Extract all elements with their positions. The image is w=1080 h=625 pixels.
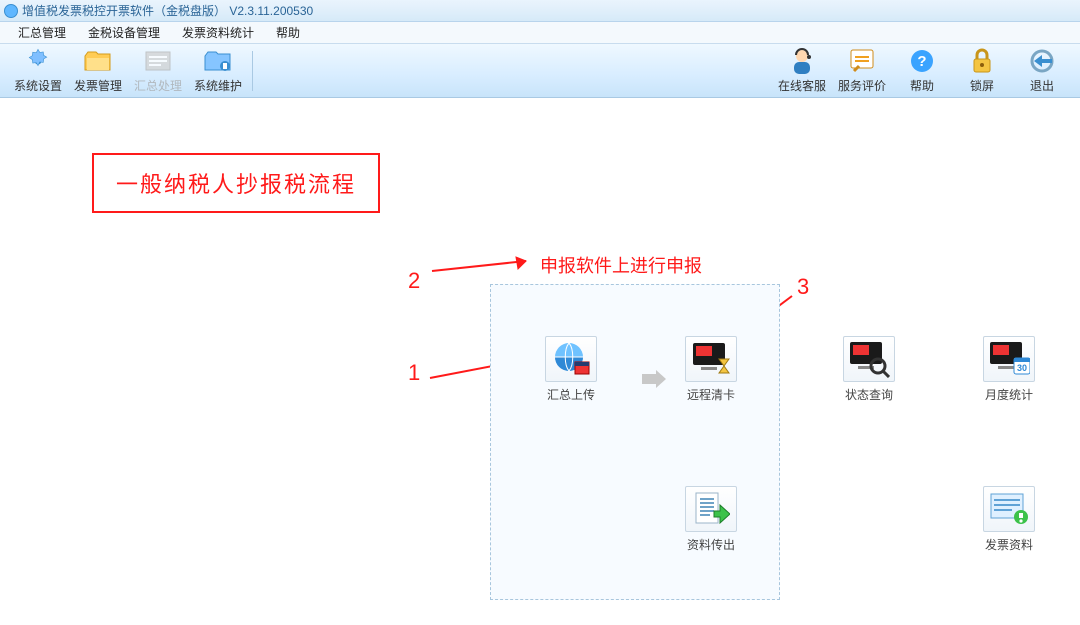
invoice-manage-button[interactable]: 发票管理	[68, 47, 128, 94]
help-icon: ?	[907, 47, 937, 75]
menu-summary[interactable]: 汇总管理	[8, 22, 76, 43]
toolbar-label: 退出	[1012, 77, 1072, 94]
summary-upload-button[interactable]: 汇总上传	[540, 336, 602, 403]
toolbar-label: 发票管理	[68, 77, 128, 94]
content-area: 一般纳税人抄报税流程 1 2 3 申报软件上进行申报 汇总上传 远程清卡	[0, 98, 1080, 625]
menu-device[interactable]: 金税设备管理	[78, 22, 170, 43]
status-query-button[interactable]: 状态查询	[838, 336, 900, 403]
remote-clearcard-button[interactable]: 远程清卡	[680, 336, 742, 403]
icon-label: 发票资料	[978, 536, 1040, 553]
monitor-hourglass-icon	[685, 336, 737, 382]
toolbar-label: 在线客服	[772, 77, 832, 94]
data-export-button[interactable]: 资料传出	[680, 486, 742, 553]
step-number-1: 1	[408, 360, 420, 386]
maint-icon	[203, 47, 233, 75]
flow-title: 一般纳税人抄报税流程	[116, 172, 356, 197]
invoice-data-button[interactable]: 发票资料	[978, 486, 1040, 553]
help-button[interactable]: ? 帮助	[892, 47, 952, 94]
summary-icon	[143, 47, 173, 75]
monitor-search-icon	[843, 336, 895, 382]
svg-text:30: 30	[1017, 363, 1027, 373]
monitor-calendar-icon: 30	[983, 336, 1035, 382]
icon-label: 远程清卡	[680, 386, 742, 403]
settings-icon	[23, 47, 53, 75]
icon-label: 资料传出	[680, 536, 742, 553]
toolbar-left: 系统设置 发票管理 汇总处理 系统维护	[8, 47, 257, 94]
app-icon	[4, 4, 18, 18]
folder-icon	[83, 47, 113, 75]
document-export-icon	[685, 486, 737, 532]
window-title: 增值税发票税控开票软件（金税盘版） V2.3.11.200530	[22, 2, 313, 19]
svg-text:?: ?	[917, 53, 926, 70]
icon-label: 状态查询	[838, 386, 900, 403]
menu-help[interactable]: 帮助	[266, 22, 310, 43]
online-service-button[interactable]: 在线客服	[772, 47, 832, 94]
toolbar-right: 在线客服 服务评价 ? 帮助 锁屏 退出	[772, 47, 1072, 94]
menu-bar: 汇总管理 金税设备管理 发票资料统计 帮助	[0, 22, 1080, 44]
rating-icon	[847, 47, 877, 75]
agent-icon	[787, 47, 817, 75]
lock-icon	[967, 47, 997, 75]
lock-screen-button[interactable]: 锁屏	[952, 47, 1012, 94]
invoice-data-icon	[983, 486, 1035, 532]
icon-label: 月度统计	[978, 386, 1040, 403]
arrow-step2	[430, 253, 538, 277]
toolbar-label: 汇总处理	[128, 77, 188, 94]
globe-upload-icon	[545, 336, 597, 382]
title-bar: 增值税发票税控开票软件（金税盘版） V2.3.11.200530	[0, 0, 1080, 22]
toolbar-label: 服务评价	[832, 77, 892, 94]
toolbar: 系统设置 发票管理 汇总处理 系统维护 在线客服	[0, 44, 1080, 98]
toolbar-label: 锁屏	[952, 77, 1012, 94]
menu-stats[interactable]: 发票资料统计	[172, 22, 264, 43]
monthly-stats-button[interactable]: 30 月度统计	[978, 336, 1040, 403]
icon-label: 汇总上传	[540, 386, 602, 403]
toolbar-label: 系统维护	[188, 77, 248, 94]
exit-icon	[1027, 47, 1057, 75]
summary-process-button: 汇总处理	[128, 47, 188, 94]
flow-arrow-icon	[628, 356, 658, 406]
service-rating-button[interactable]: 服务评价	[832, 47, 892, 94]
toolbar-divider	[252, 51, 253, 91]
exit-button[interactable]: 退出	[1012, 47, 1072, 94]
toolbar-label: 系统设置	[8, 77, 68, 94]
system-maintain-button[interactable]: 系统维护	[188, 47, 248, 94]
step-number-2: 2	[408, 268, 420, 294]
toolbar-label: 帮助	[892, 77, 952, 94]
flow-title-box: 一般纳税人抄报税流程	[92, 153, 380, 213]
system-settings-button[interactable]: 系统设置	[8, 47, 68, 94]
annotation-declare: 申报软件上进行申报	[540, 252, 702, 278]
